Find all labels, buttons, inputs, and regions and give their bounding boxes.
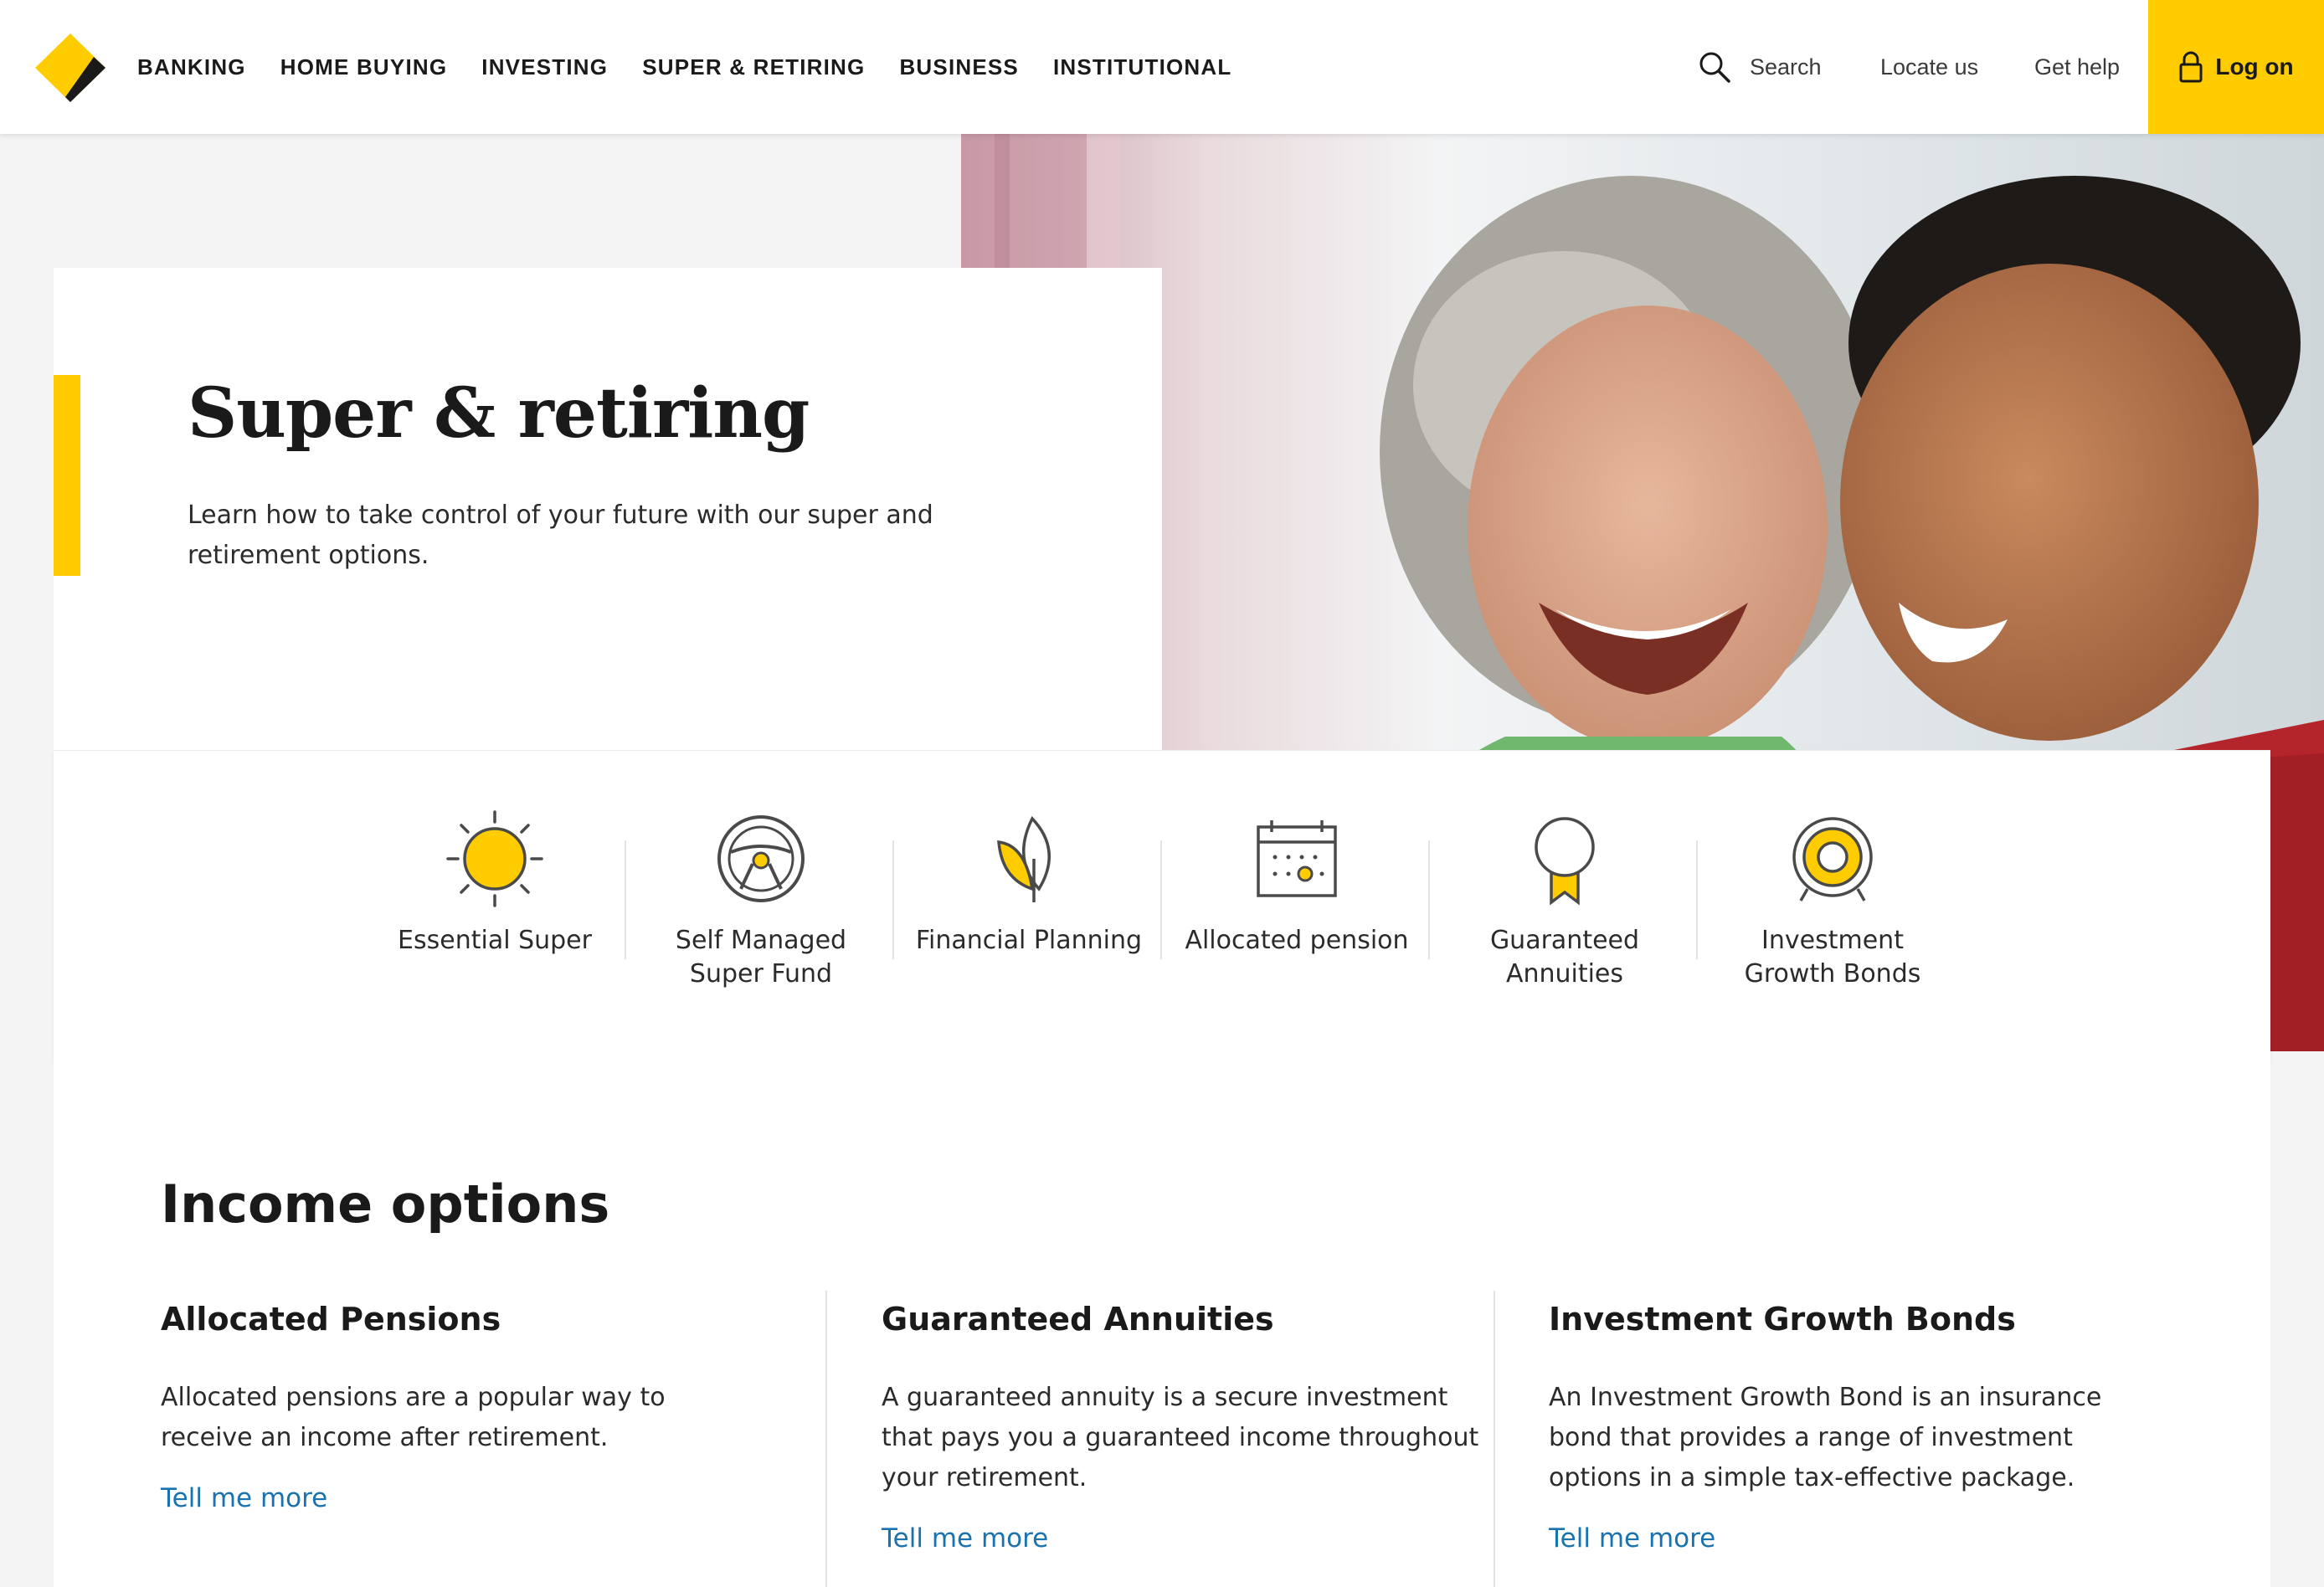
search-button[interactable]: Search — [1698, 0, 1822, 134]
quick-link-label: Investment Growth Bonds — [1744, 926, 1921, 989]
tell-me-more-link[interactable]: Tell me more — [1549, 1523, 1715, 1554]
tell-me-more-link[interactable]: Tell me more — [882, 1523, 1048, 1554]
quick-link-smsf[interactable]: Self Managed Super Fund — [628, 809, 894, 1009]
locate-us-link[interactable]: Locate us — [1880, 0, 1978, 134]
nav-business[interactable]: BUSINESS — [899, 54, 1019, 80]
quick-link-label: Guaranteed Annuities — [1489, 926, 1640, 989]
option-description: An Investment Growth Bond is an insuranc… — [1549, 1383, 2102, 1492]
calendar-icon — [1257, 820, 1337, 897]
nav-banking[interactable]: BANKING — [137, 54, 246, 80]
quick-link-financial-planning[interactable]: Financial Planning — [896, 809, 1162, 1009]
divider — [625, 840, 626, 959]
sun-icon — [446, 810, 543, 907]
quick-link-label: Financial Planning — [915, 926, 1143, 955]
option-card-guaranteed-annuities: Guaranteed Annuities A guaranteed annuit… — [882, 1297, 1484, 1554]
option-title: Allocated Pensions — [161, 1301, 501, 1338]
divider — [825, 1291, 827, 1587]
option-description: Allocated pensions are a popular way to … — [161, 1383, 666, 1452]
option-card-investment-growth-bonds: Investment Growth Bonds An Investment Gr… — [1549, 1297, 2152, 1554]
tell-me-more-link[interactable]: Tell me more — [161, 1483, 327, 1513]
commbank-logo[interactable] — [35, 33, 105, 102]
divider — [1160, 840, 1162, 959]
target-icon — [1792, 817, 1873, 901]
divider — [1494, 1291, 1495, 1587]
nav-investing[interactable]: INVESTING — [481, 54, 608, 80]
divider — [1696, 840, 1698, 959]
page-intro: Learn how to take control of your future… — [188, 501, 933, 570]
leaf-icon — [997, 815, 1051, 902]
quick-link-allocated-pension[interactable]: Allocated pension — [1164, 809, 1430, 1009]
search-label: Search — [1750, 54, 1822, 80]
page-title: Super & retiring — [188, 373, 810, 454]
section-title: Income options — [161, 1174, 610, 1235]
option-title: Guaranteed Annuities — [882, 1301, 1274, 1338]
option-description: A guaranteed annuity is a secure investm… — [882, 1383, 1479, 1492]
option-card-allocated-pensions: Allocated Pensions Allocated pensions ar… — [161, 1297, 764, 1513]
quick-link-label: Essential Super — [398, 926, 592, 955]
get-help-label: Get help — [2034, 54, 2121, 80]
award-ribbon-icon — [1535, 817, 1595, 906]
divider — [892, 840, 894, 959]
log-on-label: Log on — [2215, 54, 2294, 80]
search-icon — [1699, 52, 1730, 83]
main-nav: BANKING HOME BUYING INVESTING SUPER & RE… — [137, 0, 1231, 134]
nav-institutional[interactable]: INSTITUTIONAL — [1053, 54, 1231, 80]
quick-link-essential-super[interactable]: Essential Super — [362, 809, 628, 1009]
site-header: BANKING HOME BUYING INVESTING SUPER & RE… — [0, 0, 2324, 134]
quick-link-label: Allocated pension — [1185, 926, 1409, 955]
get-help-link[interactable]: Get help — [2034, 0, 2120, 134]
option-title: Investment Growth Bonds — [1549, 1301, 2016, 1338]
log-on-button[interactable]: Log on — [2148, 0, 2324, 134]
quick-link-label: Self Managed Super Fund — [675, 926, 847, 989]
nav-home-buying[interactable]: HOME BUYING — [280, 54, 448, 80]
nav-super-retiring[interactable]: SUPER & RETIRING — [642, 54, 865, 80]
divider — [1428, 840, 1430, 959]
quick-link-investment-growth-bonds[interactable]: Investment Growth Bonds — [1699, 809, 1966, 1009]
lock-icon — [2179, 51, 2203, 83]
locate-us-label: Locate us — [1880, 54, 1979, 80]
steering-wheel-icon — [717, 815, 805, 902]
hero-accent-bar — [54, 375, 80, 576]
quick-link-guaranteed-annuities[interactable]: Guaranteed Annuities — [1432, 809, 1698, 1009]
